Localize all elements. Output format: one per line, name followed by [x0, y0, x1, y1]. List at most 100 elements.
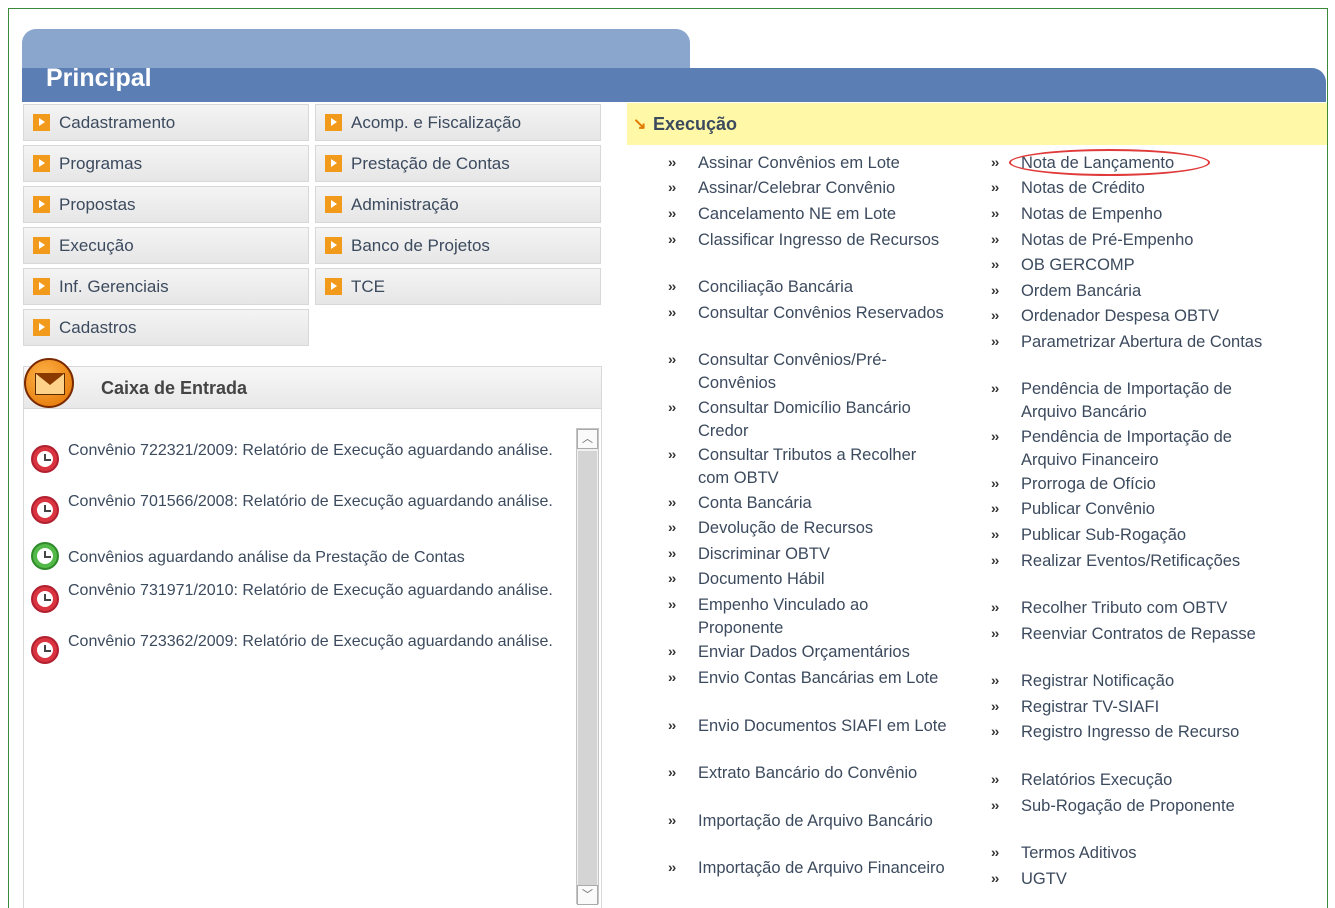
double-chevron-icon: ››	[668, 596, 676, 612]
menu-banco-projetos[interactable]: Banco de Projetos	[315, 227, 601, 264]
execucao-link[interactable]: Conciliação Bancária	[698, 276, 948, 299]
execucao-link[interactable]: Notas de Empenho	[1021, 203, 1271, 226]
highlight-circle	[1009, 149, 1210, 176]
menu-label: Cadastramento	[59, 112, 176, 132]
double-chevron-icon: ››	[991, 231, 999, 247]
double-chevron-icon: ››	[668, 717, 676, 733]
double-chevron-icon: ››	[668, 669, 676, 685]
play-icon	[325, 155, 342, 172]
menu-execucao[interactable]: Execução	[23, 227, 309, 264]
menu-cadastramento[interactable]: Cadastramento	[23, 104, 309, 141]
menu-tce[interactable]: TCE	[315, 268, 601, 305]
execucao-link[interactable]: Extrato Bancário do Convênio	[698, 762, 948, 785]
execucao-link[interactable]: Devolução de Recursos	[698, 517, 948, 540]
execucao-link[interactable]: Importação de Arquivo Bancário	[698, 810, 948, 833]
execucao-link[interactable]: Publicar Sub-Rogação	[1021, 524, 1271, 547]
double-chevron-icon: ››	[991, 797, 999, 813]
execucao-link[interactable]: Pendência de Importação de Arquivo Bancá…	[1021, 378, 1271, 423]
menu-label: Inf. Gerenciais	[59, 276, 169, 296]
menu-label: Banco de Projetos	[351, 235, 490, 255]
menu-programas[interactable]: Programas	[23, 145, 309, 182]
execucao-link[interactable]: Classificar Ingresso de Recursos	[698, 229, 948, 252]
execucao-link[interactable]: Realizar Eventos/Retificações	[1021, 550, 1271, 573]
double-chevron-icon: ››	[668, 494, 676, 510]
double-chevron-icon: ››	[991, 500, 999, 516]
execucao-link[interactable]: Assinar/Celebrar Convênio	[698, 177, 948, 200]
inbox-message[interactable]: Convênio 722321/2009: Relatório de Execu…	[31, 440, 566, 473]
menu-prestacao-contas[interactable]: Prestação de Contas	[315, 145, 601, 182]
execucao-link[interactable]: Relatórios Execução	[1021, 769, 1271, 792]
double-chevron-icon: ››	[991, 698, 999, 714]
execucao-link[interactable]: Envio Documentos SIAFI em Lote	[698, 715, 948, 738]
execucao-link[interactable]: Consultar Convênios Reservados	[698, 302, 948, 325]
execucao-link[interactable]: Consultar Domicílio Bancário Credor	[698, 397, 948, 442]
double-chevron-icon: ››	[668, 812, 676, 828]
double-chevron-icon: ››	[991, 625, 999, 641]
execucao-link[interactable]: Registro Ingresso de Recurso	[1021, 721, 1271, 744]
execucao-link[interactable]: Reenviar Contratos de Repasse	[1021, 623, 1271, 646]
double-chevron-icon: ››	[991, 154, 999, 170]
execucao-link[interactable]: Termos Aditivos	[1021, 842, 1271, 865]
play-icon	[33, 319, 50, 336]
play-icon	[325, 196, 342, 213]
play-icon	[33, 237, 50, 254]
execucao-link[interactable]: Importação de Arquivo Financeiro	[698, 857, 948, 880]
execucao-link[interactable]: Notas de Pré-Empenho	[1021, 229, 1271, 252]
inbox-message[interactable]: Convênios aguardando análise da Prestaçã…	[31, 542, 566, 570]
execucao-link[interactable]: UGTV	[1021, 868, 1271, 891]
double-chevron-icon: ››	[991, 380, 999, 396]
menu-label: Programas	[59, 153, 143, 173]
scroll-up-icon[interactable]: ︿	[577, 429, 598, 449]
execucao-link[interactable]: Registrar Notificação	[1021, 670, 1271, 693]
execucao-link[interactable]: OB GERCOMP	[1021, 254, 1271, 277]
play-icon	[325, 278, 342, 295]
execucao-link[interactable]: Discriminar OBTV	[698, 543, 948, 566]
execucao-link[interactable]: Consultar Convênios/Pré-Convênios	[698, 349, 948, 394]
execucao-link[interactable]: Empenho Vinculado ao Proponente	[698, 594, 948, 639]
execucao-link[interactable]: Prorroga de Ofício	[1021, 473, 1271, 496]
execucao-link[interactable]: Consultar Tributos a Recolher com OBTV	[698, 444, 948, 489]
inbox-message[interactable]: Convênio 701566/2008: Relatório de Execu…	[31, 491, 566, 524]
double-chevron-icon: ››	[991, 526, 999, 542]
double-chevron-icon: ››	[668, 545, 676, 561]
execucao-link[interactable]: Registrar TV-SIAFI	[1021, 696, 1271, 719]
execucao-link[interactable]: Notas de Crédito	[1021, 177, 1271, 200]
execucao-link[interactable]: Publicar Convênio	[1021, 498, 1271, 521]
execucao-link[interactable]: Sub-Rogação de Proponente	[1021, 795, 1271, 818]
execucao-link[interactable]: Recolher Tributo com OBTV	[1021, 597, 1271, 620]
execucao-link[interactable]: Assinar Convênios em Lote	[698, 152, 948, 175]
double-chevron-icon: ››	[991, 307, 999, 323]
scrollbar-thumb[interactable]	[578, 451, 597, 887]
double-chevron-icon: ››	[991, 844, 999, 860]
execucao-link[interactable]: Cancelamento NE em Lote	[698, 203, 948, 226]
double-chevron-icon: ››	[668, 304, 676, 320]
message-text: Convênio 723362/2009: Relatório de Execu…	[68, 633, 553, 650]
double-chevron-icon: ››	[991, 333, 999, 349]
execucao-link[interactable]: Pendência de Importação de Arquivo Finan…	[1021, 426, 1271, 471]
execucao-link[interactable]: Envio Contas Bancárias em Lote	[698, 667, 948, 690]
double-chevron-icon: ››	[991, 282, 999, 298]
execucao-link[interactable]: Enviar Dados Orçamentários	[698, 641, 948, 664]
menu-administracao[interactable]: Administração	[315, 186, 601, 223]
double-chevron-icon: ››	[668, 446, 676, 462]
execucao-link[interactable]: Ordem Bancária	[1021, 280, 1271, 303]
execucao-link[interactable]: Documento Hábil	[698, 568, 948, 591]
double-chevron-icon: ››	[668, 278, 676, 294]
menu-cadastros[interactable]: Cadastros	[23, 309, 309, 346]
execucao-link[interactable]: Ordenador Despesa OBTV	[1021, 305, 1271, 328]
message-text: Convênio 701566/2008: Relatório de Execu…	[68, 493, 553, 510]
menu-inf-gerenciais[interactable]: Inf. Gerenciais	[23, 268, 309, 305]
execucao-link[interactable]: Parametrizar Abertura de Contas	[1021, 331, 1271, 354]
envelope-icon	[24, 358, 74, 408]
menu-label: Cadastros	[59, 317, 137, 337]
double-chevron-icon: ››	[668, 764, 676, 780]
execucao-link[interactable]: Conta Bancária	[698, 492, 948, 515]
inbox-title: Caixa de Entrada	[101, 378, 248, 398]
menu-propostas[interactable]: Propostas	[23, 186, 309, 223]
inbox-message[interactable]: Convênio 723362/2009: Relatório de Execu…	[31, 631, 566, 664]
scroll-down-icon[interactable]: ﹀	[577, 885, 598, 905]
double-chevron-icon: ››	[991, 672, 999, 688]
arrow-down-right-icon: ↘	[633, 116, 647, 133]
menu-acomp-fiscalizacao[interactable]: Acomp. e Fiscalização	[315, 104, 601, 141]
inbox-message[interactable]: Convênio 731971/2010: Relatório de Execu…	[31, 580, 566, 613]
